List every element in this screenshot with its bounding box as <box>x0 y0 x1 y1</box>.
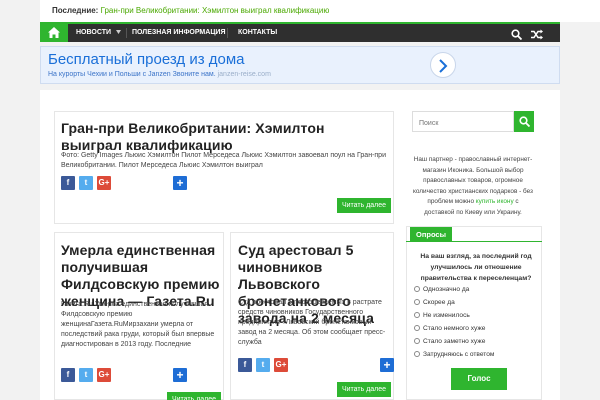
poll-option-label: Однозначно да <box>423 286 470 293</box>
nav-search-button[interactable] <box>511 27 523 41</box>
nav-item-contacts[interactable]: КОНТАКТЫ <box>238 24 277 42</box>
search-input[interactable] <box>413 114 511 133</box>
facebook-share-button[interactable]: f <box>238 358 252 372</box>
poll-option[interactable]: Затрудняюсь с ответом <box>414 350 494 360</box>
article-excerpt: Фото: Getty Images Льюис Хэмилтон Пилот … <box>61 152 386 169</box>
googleplus-share-button[interactable]: G+ <box>97 368 111 382</box>
latest-news-bar: Последние: Гран-при Великобритании: Хэми… <box>40 0 600 22</box>
home-button[interactable] <box>40 24 68 42</box>
random-post-button[interactable] <box>531 27 543 40</box>
addthis-share-button[interactable]: + <box>380 358 394 372</box>
googleplus-share-button[interactable]: G+ <box>274 358 288 372</box>
ad-arrow-button[interactable] <box>430 52 456 78</box>
chevron-right-icon <box>439 59 448 73</box>
page: Последние: Гран-при Великобритании: Хэми… <box>0 0 600 400</box>
search-button[interactable] <box>514 111 534 132</box>
radio-button[interactable] <box>414 350 420 357</box>
nav-divider <box>227 28 228 38</box>
radio-button[interactable] <box>414 298 420 305</box>
addthis-share-button[interactable]: + <box>173 368 187 382</box>
latest-label: Последние: <box>52 6 99 15</box>
home-icon <box>48 27 60 38</box>
shuffle-icon <box>531 29 543 40</box>
addthis-share-button[interactable]: + <box>173 176 187 190</box>
partner-text: Наш партнер - православный интернет-мага… <box>412 155 534 218</box>
ad-url[interactable]: janzen-reise.com <box>218 71 271 78</box>
read-more-button[interactable]: Читать далее <box>167 392 221 400</box>
latest-headline-link[interactable]: Гран-при Великобритании: Хэмилтон выигра… <box>101 6 330 15</box>
ad-banner[interactable]: Бесплатный проезд из дома На курорты Чех… <box>40 46 560 84</box>
poll-option-label: Не изменилось <box>423 312 470 319</box>
googleplus-share-button[interactable]: G+ <box>97 176 111 190</box>
nav-item-news[interactable]: НОВОСТИ <box>76 24 121 42</box>
nav-item-useful-info[interactable]: ПОЛЕЗНАЯ ИНФОРМАЦИЯ <box>132 24 226 42</box>
nav-divider <box>126 28 127 38</box>
read-more-button[interactable]: Читать далее <box>337 382 391 397</box>
radio-button[interactable] <box>414 285 420 292</box>
share-buttons: f t G+ + <box>238 358 394 372</box>
article-excerpt: Суд арестовал 5 подозреваемых в растрате… <box>238 299 386 346</box>
ad-text: На курорты Чехии и Польши с Janzen Звони… <box>48 71 271 78</box>
facebook-share-button[interactable]: f <box>61 176 75 190</box>
poll-option-label: Затрудняюсь с ответом <box>423 351 495 358</box>
poll-question: На ваш взгляд, за последний год улучшило… <box>420 253 532 282</box>
ad-title[interactable]: Бесплатный проезд из дома <box>48 51 245 68</box>
poll-option-label: Стало немного хуже <box>423 325 486 332</box>
poll-option-label: Стало заметно хуже <box>423 338 486 345</box>
sidebar-search <box>412 111 514 133</box>
facebook-share-button[interactable]: f <box>61 368 75 382</box>
poll-option[interactable]: Скорее да <box>414 298 455 308</box>
search-icon <box>519 116 530 127</box>
main-navbar: НОВОСТИ ПОЛЕЗНАЯ ИНФОРМАЦИЯ КОНТАКТЫ <box>40 22 560 42</box>
poll-option-label: Скорее да <box>423 299 455 306</box>
partner-link[interactable]: купить икону <box>476 198 514 205</box>
vote-button[interactable]: Голос <box>451 368 507 390</box>
search-icon <box>511 29 523 41</box>
share-buttons: f t G+ + <box>61 368 191 382</box>
poll-title-underline <box>406 241 542 242</box>
share-buttons: f t G+ + <box>61 176 191 190</box>
poll-title: Опросы <box>410 227 453 242</box>
poll-option[interactable]: Не изменилось <box>414 311 470 321</box>
twitter-share-button[interactable]: t <box>79 368 93 382</box>
twitter-share-button[interactable]: t <box>79 176 93 190</box>
poll-option[interactable]: Стало немного хуже <box>414 324 485 334</box>
article-excerpt: Газета.Ru Умерла единственная получившая… <box>61 301 215 348</box>
twitter-share-button[interactable]: t <box>256 358 270 372</box>
chevron-down-icon <box>115 30 121 35</box>
radio-button[interactable] <box>414 324 420 331</box>
article-title[interactable]: Гран-при Великобритании: Хэмилтон выигра… <box>61 120 381 154</box>
nav-item-news-label: НОВОСТИ <box>76 29 112 36</box>
poll-option[interactable]: Стало заметно хуже <box>414 337 485 347</box>
radio-button[interactable] <box>414 337 420 344</box>
ad-description: На курорты Чехии и Польши с Janzen Звони… <box>48 71 216 78</box>
read-more-button[interactable]: Читать далее <box>337 198 391 213</box>
poll-option[interactable]: Однозначно да <box>414 285 469 295</box>
radio-button[interactable] <box>414 311 420 318</box>
